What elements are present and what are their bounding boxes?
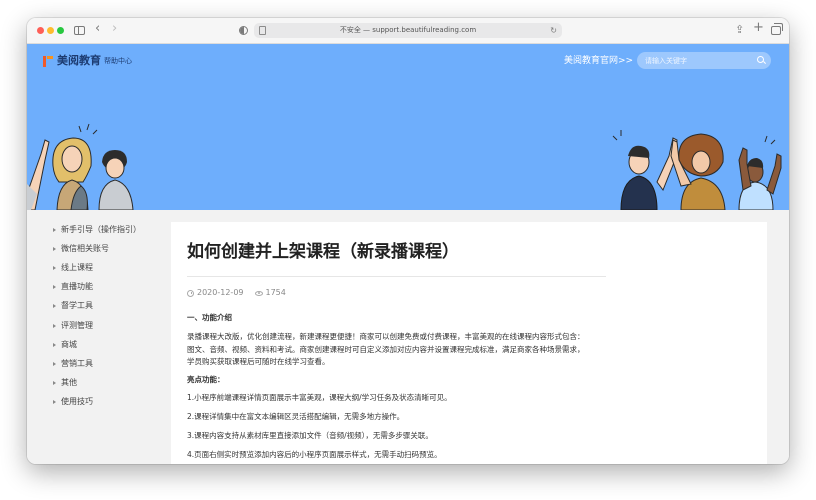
highlight-item: 2.课程详情集中在富文本编辑区灵活搭配编辑，无需多地方操作。 bbox=[187, 412, 405, 421]
zoom-window-button[interactable] bbox=[57, 27, 64, 34]
nav-item-marketing[interactable]: 营销工具 bbox=[53, 354, 141, 373]
privacy-shield-icon[interactable] bbox=[239, 26, 248, 35]
clock-icon bbox=[187, 289, 194, 297]
intro-line: 学员购买获取课程后可随时在线学习查看。 bbox=[187, 357, 330, 366]
nav-label: 评测管理 bbox=[61, 320, 93, 330]
caret-right-icon bbox=[53, 323, 56, 328]
tab-overview-icon[interactable] bbox=[771, 23, 783, 35]
search-box bbox=[637, 52, 771, 69]
intro-line: 录播课程大改版，优化创建流程，新建课程更便捷！商家可以创建免费或付费课程，丰富美… bbox=[187, 332, 585, 341]
nav-label: 线上课程 bbox=[61, 262, 93, 272]
nav-item-live[interactable]: 直播功能 bbox=[53, 278, 141, 297]
reload-icon[interactable]: ↻ bbox=[550, 24, 557, 37]
nav-label: 直播功能 bbox=[61, 282, 93, 292]
nav-item-assessment[interactable]: 评测管理 bbox=[53, 316, 141, 335]
sidebar-toggle-icon[interactable] bbox=[74, 26, 85, 35]
publish-date: 2020-12-09 bbox=[197, 288, 244, 297]
nav-item-mall[interactable]: 商城 bbox=[53, 335, 141, 354]
logo-mark-icon bbox=[42, 55, 54, 67]
intro-line: 图文、音频、视频、资料和考试。商家创建课程时可自定义添加对应内容并设置课程完成标… bbox=[187, 344, 585, 354]
highlight-item: 4.页面右侧实时预览添加内容后的小程序页面展示样式，无需手动扫码预览。 bbox=[187, 450, 442, 459]
nav-label: 微信相关账号 bbox=[61, 243, 109, 253]
caret-right-icon bbox=[53, 342, 56, 347]
highlight-item: 3.课程内容支持从素材库里直接添加文件（音频/视频），无需多步骤关联。 bbox=[187, 431, 433, 440]
nav-item-tips[interactable]: 使用技巧 bbox=[53, 393, 141, 412]
article-card: 如何创建并上架课程（新录播课程） 2020-12-09 1754 一、功能介绍 … bbox=[171, 222, 767, 464]
hero-banner: 美阅教育 帮助中心 美阅教育官网>> bbox=[27, 44, 789, 210]
back-arrow-icon[interactable]: ‹ bbox=[95, 22, 100, 36]
caret-right-icon bbox=[53, 246, 56, 251]
nav-item-guide[interactable]: 新手引导（操作指引） bbox=[53, 220, 141, 239]
forward-arrow-icon[interactable]: › bbox=[112, 22, 117, 36]
nav-item-online-courses[interactable]: 线上课程 bbox=[53, 258, 141, 277]
browser-toolbar: ‹ › 不安全 — support.beautifulreading.com ↻… bbox=[27, 18, 789, 44]
caret-right-icon bbox=[53, 227, 56, 232]
nav-item-other[interactable]: 其他 bbox=[53, 374, 141, 393]
nav-label: 营销工具 bbox=[61, 358, 93, 368]
nav-item-wechat[interactable]: 微信相关账号 bbox=[53, 239, 141, 258]
site-logo[interactable]: 美阅教育 帮助中心 bbox=[42, 54, 132, 68]
official-site-link[interactable]: 美阅教育官网>> bbox=[564, 54, 633, 68]
title-divider bbox=[187, 276, 606, 277]
caret-right-icon bbox=[53, 361, 56, 366]
minimize-window-button[interactable] bbox=[47, 27, 54, 34]
nav-label: 使用技巧 bbox=[61, 397, 93, 407]
caret-right-icon bbox=[53, 285, 56, 290]
highlights-heading: 亮点功能： bbox=[187, 375, 225, 384]
article-meta: 2020-12-09 1754 bbox=[187, 287, 286, 299]
eye-icon bbox=[254, 290, 263, 296]
highlight-item: 1.小程序前端课程详情页面展示丰富美观，课程大纲/学习任务及状态清晰可见。 bbox=[187, 393, 452, 402]
nav-label: 商城 bbox=[61, 339, 77, 349]
caret-right-icon bbox=[53, 381, 56, 386]
nav-label: 新手引导（操作指引） bbox=[61, 224, 141, 234]
share-icon[interactable]: ⇪ bbox=[735, 23, 744, 37]
caret-right-icon bbox=[53, 304, 56, 309]
close-window-button[interactable] bbox=[37, 27, 44, 34]
new-tab-icon[interactable]: + bbox=[753, 21, 764, 35]
nav-label: 督学工具 bbox=[61, 301, 93, 311]
article-title: 如何创建并上架课程（新录播课程） bbox=[187, 242, 459, 262]
search-icon[interactable] bbox=[757, 56, 764, 63]
logo-subtitle: 帮助中心 bbox=[104, 57, 132, 65]
nav-item-study-tools[interactable]: 督学工具 bbox=[53, 297, 141, 316]
nav-label: 其他 bbox=[61, 378, 77, 388]
view-count: 1754 bbox=[265, 288, 286, 297]
caret-right-icon bbox=[53, 400, 56, 405]
browser-window: ‹ › 不安全 — support.beautifulreading.com ↻… bbox=[27, 18, 789, 464]
category-nav: 新手引导（操作指引） 微信相关账号 线上课程 直播功能 督学工具 评测管理 商城… bbox=[53, 220, 141, 412]
section-heading: 一、功能介绍 bbox=[187, 313, 232, 322]
search-input[interactable] bbox=[645, 54, 755, 67]
caret-right-icon bbox=[53, 265, 56, 270]
logo-text: 美阅教育 bbox=[57, 54, 101, 67]
address-bar[interactable]: 不安全 — support.beautifulreading.com ↻ bbox=[254, 23, 562, 38]
content-area: 新手引导（操作指引） 微信相关账号 线上课程 直播功能 督学工具 评测管理 商城… bbox=[27, 210, 789, 464]
address-text[interactable]: 不安全 — support.beautifulreading.com bbox=[254, 24, 562, 37]
